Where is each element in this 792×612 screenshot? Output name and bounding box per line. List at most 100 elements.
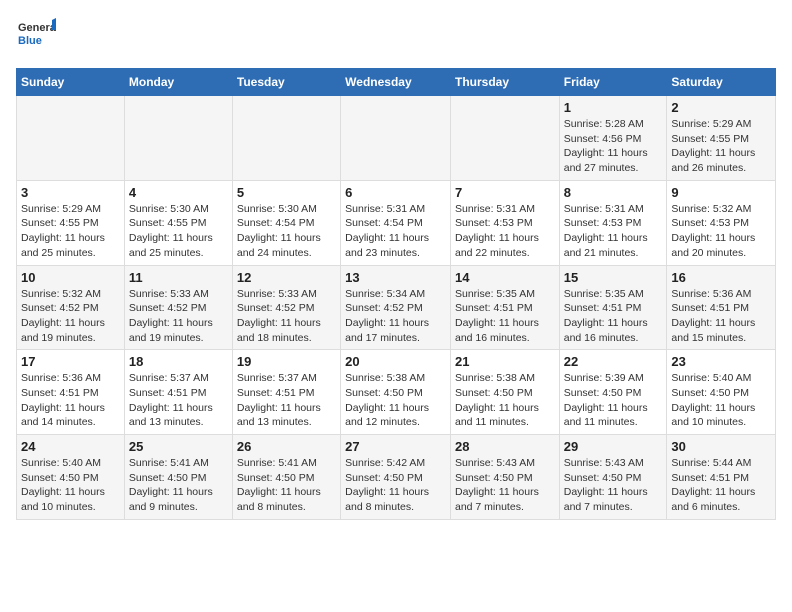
- day-number: 4: [129, 185, 228, 200]
- day-info: Sunrise: 5:31 AMSunset: 4:54 PMDaylight:…: [345, 202, 446, 261]
- logo: General Blue: [16, 16, 56, 56]
- day-info: Sunrise: 5:37 AMSunset: 4:51 PMDaylight:…: [129, 371, 228, 430]
- day-info: Sunrise: 5:33 AMSunset: 4:52 PMDaylight:…: [129, 287, 228, 346]
- day-number: 28: [455, 439, 555, 454]
- logo-svg: General Blue: [16, 16, 56, 56]
- day-info: Sunrise: 5:40 AMSunset: 4:50 PMDaylight:…: [671, 371, 771, 430]
- day-cell: 26Sunrise: 5:41 AMSunset: 4:50 PMDayligh…: [232, 435, 340, 520]
- day-cell: 22 Sunrise: 5:39 AMSunset: 4:50 PMDayligh…: [559, 350, 667, 435]
- week-row-4: 17 Sunrise: 5:36 AMSunset: 4:51 PMDayligh…: [17, 350, 776, 435]
- day-number: 22: [564, 354, 663, 369]
- day-number: 27: [345, 439, 446, 454]
- page-header: General Blue: [16, 16, 776, 56]
- day-cell: 23 Sunrise: 5:40 AMSunset: 4:50 PMDayligh…: [667, 350, 776, 435]
- day-info: Sunrise: 5:32 AMSunset: 4:52 PMDaylight:…: [21, 287, 120, 346]
- day-info: Sunrise: 5:33 AMSunset: 4:52 PMDaylight:…: [237, 287, 336, 346]
- day-cell: 15Sunrise: 5:35 AMSunset: 4:51 PMDayligh…: [559, 265, 667, 350]
- day-info: Sunrise: 5:40 AMSunset: 4:50 PMDaylight:…: [21, 456, 120, 515]
- day-number: 8: [564, 185, 663, 200]
- day-info: Sunrise: 5:38 AMSunset: 4:50 PMDaylight:…: [455, 371, 555, 430]
- day-cell: 19 Sunrise: 5:37 AMSunset: 4:51 PMDayligh…: [232, 350, 340, 435]
- svg-text:General: General: [18, 22, 56, 34]
- day-cell: 17 Sunrise: 5:36 AMSunset: 4:51 PMDayligh…: [17, 350, 125, 435]
- svg-text:Blue: Blue: [18, 35, 42, 47]
- day-info: Sunrise: 5:37 AMSunset: 4:51 PMDaylight:…: [237, 371, 336, 430]
- day-info: Sunrise: 5:29 AMSunset: 4:55 PMDaylight:…: [21, 202, 120, 261]
- day-cell: 8 Sunrise: 5:31 AMSunset: 4:53 PMDaylight…: [559, 180, 667, 265]
- day-info: Sunrise: 5:39 AMSunset: 4:50 PMDaylight:…: [564, 371, 663, 430]
- day-cell: 30 Sunrise: 5:44 AMSunset: 4:51 PMDayligh…: [667, 435, 776, 520]
- day-cell: 24Sunrise: 5:40 AMSunset: 4:50 PMDayligh…: [17, 435, 125, 520]
- day-cell: 4 Sunrise: 5:30 AMSunset: 4:55 PMDaylight…: [124, 180, 232, 265]
- day-cell: 1 Sunrise: 5:28 AMSunset: 4:56 PMDaylight…: [559, 96, 667, 181]
- day-info: Sunrise: 5:43 AMSunset: 4:50 PMDaylight:…: [455, 456, 555, 515]
- day-number: 20: [345, 354, 446, 369]
- day-cell: 21 Sunrise: 5:38 AMSunset: 4:50 PMDayligh…: [450, 350, 559, 435]
- day-cell: 13 Sunrise: 5:34 AMSunset: 4:52 PMDayligh…: [341, 265, 451, 350]
- week-row-2: 3 Sunrise: 5:29 AMSunset: 4:55 PMDaylight…: [17, 180, 776, 265]
- day-number: 21: [455, 354, 555, 369]
- day-info: Sunrise: 5:30 AMSunset: 4:55 PMDaylight:…: [129, 202, 228, 261]
- week-row-5: 24Sunrise: 5:40 AMSunset: 4:50 PMDayligh…: [17, 435, 776, 520]
- day-info: Sunrise: 5:29 AMSunset: 4:55 PMDaylight:…: [671, 117, 771, 176]
- day-number: 18: [129, 354, 228, 369]
- col-header-tuesday: Tuesday: [232, 69, 340, 96]
- day-info: Sunrise: 5:36 AMSunset: 4:51 PMDaylight:…: [21, 371, 120, 430]
- day-cell: 14Sunrise: 5:35 AMSunset: 4:51 PMDayligh…: [450, 265, 559, 350]
- col-header-wednesday: Wednesday: [341, 69, 451, 96]
- day-number: 12: [237, 270, 336, 285]
- day-cell: 16 Sunrise: 5:36 AMSunset: 4:51 PMDayligh…: [667, 265, 776, 350]
- day-number: 7: [455, 185, 555, 200]
- day-number: 10: [21, 270, 120, 285]
- day-info: Sunrise: 5:34 AMSunset: 4:52 PMDaylight:…: [345, 287, 446, 346]
- week-row-3: 10 Sunrise: 5:32 AMSunset: 4:52 PMDayligh…: [17, 265, 776, 350]
- day-number: 19: [237, 354, 336, 369]
- day-number: 6: [345, 185, 446, 200]
- day-cell: [341, 96, 451, 181]
- col-header-thursday: Thursday: [450, 69, 559, 96]
- day-number: 30: [671, 439, 771, 454]
- day-info: Sunrise: 5:35 AMSunset: 4:51 PMDaylight:…: [455, 287, 555, 346]
- day-info: Sunrise: 5:44 AMSunset: 4:51 PMDaylight:…: [671, 456, 771, 515]
- day-cell: [17, 96, 125, 181]
- day-number: 9: [671, 185, 771, 200]
- day-cell: 6 Sunrise: 5:31 AMSunset: 4:54 PMDaylight…: [341, 180, 451, 265]
- day-number: 13: [345, 270, 446, 285]
- day-cell: 7 Sunrise: 5:31 AMSunset: 4:53 PMDaylight…: [450, 180, 559, 265]
- col-header-saturday: Saturday: [667, 69, 776, 96]
- day-number: 1: [564, 100, 663, 115]
- col-header-sunday: Sunday: [17, 69, 125, 96]
- day-cell: 18 Sunrise: 5:37 AMSunset: 4:51 PMDayligh…: [124, 350, 232, 435]
- day-number: 16: [671, 270, 771, 285]
- day-number: 25: [129, 439, 228, 454]
- calendar-table: SundayMondayTuesdayWednesdayThursdayFrid…: [16, 68, 776, 520]
- day-cell: 29Sunrise: 5:43 AMSunset: 4:50 PMDayligh…: [559, 435, 667, 520]
- day-info: Sunrise: 5:30 AMSunset: 4:54 PMDaylight:…: [237, 202, 336, 261]
- day-info: Sunrise: 5:28 AMSunset: 4:56 PMDaylight:…: [564, 117, 663, 176]
- day-number: 29: [564, 439, 663, 454]
- day-cell: 12 Sunrise: 5:33 AMSunset: 4:52 PMDayligh…: [232, 265, 340, 350]
- day-cell: [124, 96, 232, 181]
- day-number: 5: [237, 185, 336, 200]
- day-cell: 28 Sunrise: 5:43 AMSunset: 4:50 PMDayligh…: [450, 435, 559, 520]
- day-number: 2: [671, 100, 771, 115]
- day-info: Sunrise: 5:31 AMSunset: 4:53 PMDaylight:…: [564, 202, 663, 261]
- day-number: 15: [564, 270, 663, 285]
- day-info: Sunrise: 5:31 AMSunset: 4:53 PMDaylight:…: [455, 202, 555, 261]
- day-number: 11: [129, 270, 228, 285]
- day-number: 23: [671, 354, 771, 369]
- day-cell: 2 Sunrise: 5:29 AMSunset: 4:55 PMDaylight…: [667, 96, 776, 181]
- col-header-monday: Monday: [124, 69, 232, 96]
- day-number: 3: [21, 185, 120, 200]
- day-cell: [232, 96, 340, 181]
- day-cell: 11 Sunrise: 5:33 AMSunset: 4:52 PMDayligh…: [124, 265, 232, 350]
- day-info: Sunrise: 5:38 AMSunset: 4:50 PMDaylight:…: [345, 371, 446, 430]
- day-cell: 9Sunrise: 5:32 AMSunset: 4:53 PMDaylight…: [667, 180, 776, 265]
- day-number: 26: [237, 439, 336, 454]
- day-cell: 10 Sunrise: 5:32 AMSunset: 4:52 PMDayligh…: [17, 265, 125, 350]
- day-info: Sunrise: 5:42 AMSunset: 4:50 PMDaylight:…: [345, 456, 446, 515]
- day-cell: [450, 96, 559, 181]
- day-info: Sunrise: 5:36 AMSunset: 4:51 PMDaylight:…: [671, 287, 771, 346]
- day-number: 17: [21, 354, 120, 369]
- day-cell: 25Sunrise: 5:41 AMSunset: 4:50 PMDayligh…: [124, 435, 232, 520]
